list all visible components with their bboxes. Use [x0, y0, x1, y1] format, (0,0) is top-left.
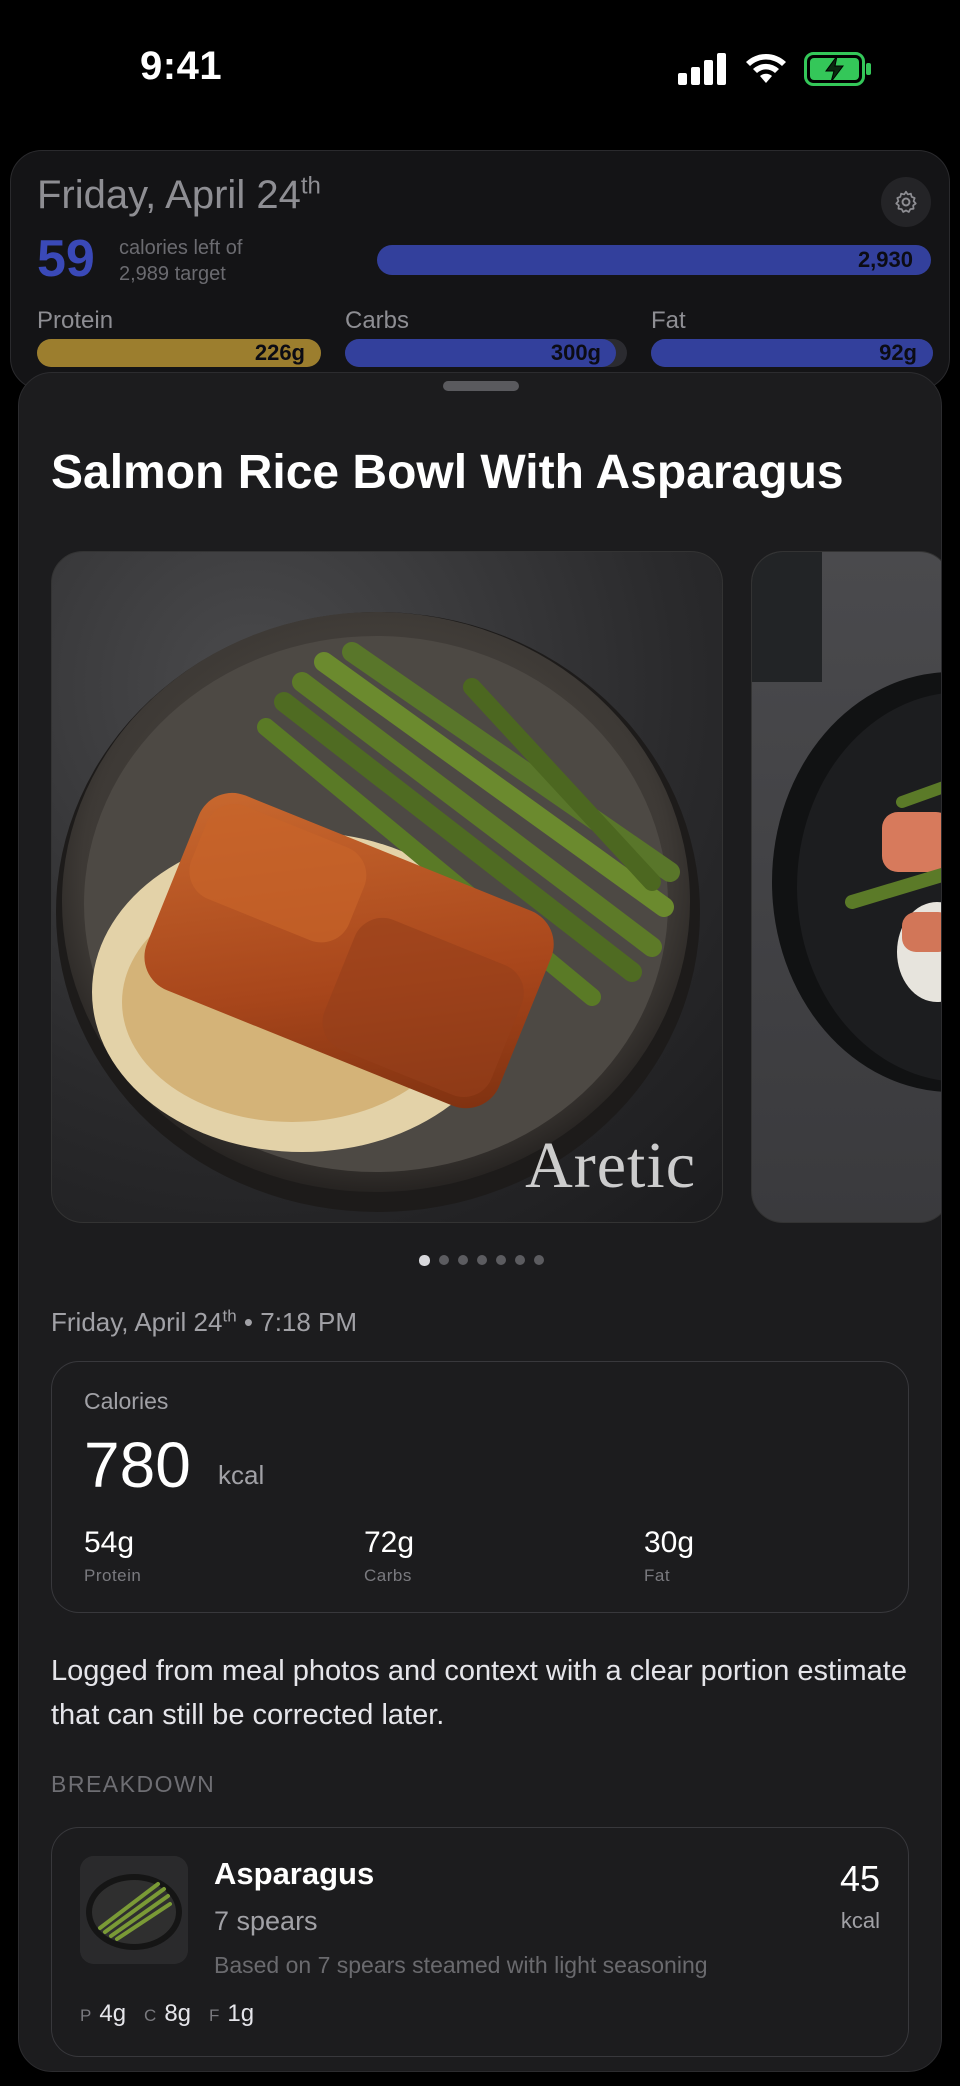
- fat-total: 92g: [879, 340, 917, 365]
- item-quantity: 7 spears: [214, 1906, 318, 1936]
- page-dot[interactable]: [533, 1255, 544, 1265]
- protein-label: Protein: [37, 307, 114, 334]
- watermark-logo: Aretic: [525, 1129, 696, 1202]
- logged-note: Logged from meal photos and context with…: [51, 1655, 907, 1731]
- calories-unit: kcal: [218, 1460, 265, 1490]
- page-dot[interactable]: [514, 1255, 525, 1265]
- meal-photo-illustration: [56, 612, 700, 1212]
- item-name: Asparagus: [214, 1856, 375, 1891]
- calories-label: Calories: [84, 1388, 169, 1414]
- calories-left-value: 59: [37, 230, 95, 288]
- fat-stat: 30g Fat: [644, 1526, 695, 1585]
- calories-left-description: calories left of 2,989 target: [119, 237, 243, 285]
- item-macros: P 4g C 8g F 1g: [80, 2000, 255, 2027]
- carbs-progress-bar: 300g: [345, 339, 627, 367]
- page-dot[interactable]: [457, 1255, 468, 1265]
- status-time: 9:41: [140, 44, 223, 88]
- item-thumbnail: [80, 1856, 188, 1964]
- status-bar: 9:41: [0, 0, 960, 140]
- sheet-grabber[interactable]: [443, 381, 519, 391]
- battery-charging-icon: [804, 52, 871, 86]
- meal-photo-next[interactable]: [751, 551, 941, 1223]
- carbs-label: Carbs: [345, 307, 410, 334]
- daily-summary-card[interactable]: Friday, April 24th 59 calories left of 2…: [10, 150, 950, 390]
- protein-total: 226g: [254, 340, 305, 365]
- asparagus-thumbnail: [80, 1856, 188, 1964]
- meal-photo-next-illustration: [752, 552, 941, 1092]
- page-dot[interactable]: [438, 1255, 449, 1265]
- status-icons: [678, 52, 872, 86]
- breakdown-header: BREAKDOWN: [51, 1771, 216, 1797]
- calories-consumed-value: 2,930: [857, 247, 913, 272]
- page-dot[interactable]: [495, 1255, 506, 1265]
- meal-photo[interactable]: Aretic: [51, 551, 723, 1223]
- protein-stat: 54g Protein: [84, 1526, 142, 1585]
- meal-title: Salmon Rice Bowl With Asparagus: [51, 446, 844, 499]
- item-basis: Based on 7 spears steamed with light sea…: [214, 1952, 708, 1978]
- page-dot[interactable]: [418, 1254, 430, 1266]
- cellular-signal-icon: [678, 53, 726, 85]
- item-calories-unit: kcal: [840, 1908, 880, 1933]
- fat-progress-bar: 92g: [651, 339, 933, 367]
- fat-label: Fat: [651, 307, 686, 334]
- carbs-stat: 72g Carbs: [364, 1526, 415, 1585]
- wifi-icon: [746, 54, 786, 83]
- calories-progress-bar: 2,930: [377, 245, 931, 275]
- item-calories: 45: [839, 1858, 880, 1899]
- meal-datetime: Friday, April 24th • 7:18 PM: [51, 1306, 358, 1337]
- page-dot[interactable]: [476, 1255, 487, 1265]
- calories-value: 780: [84, 1429, 191, 1501]
- summary-date: Friday, April 24th: [37, 172, 321, 217]
- breakdown-item[interactable]: Asparagus 7 spears Based on 7 spears ste…: [51, 1827, 909, 2057]
- gear-icon: [895, 190, 917, 213]
- nutrition-card[interactable]: Calories 780 kcal 54g Protein 72g Carbs …: [51, 1361, 909, 1613]
- settings-button[interactable]: [881, 177, 931, 227]
- carbs-total: 300g: [550, 340, 601, 365]
- meal-detail-sheet: Salmon Rice Bowl With Asparagus Aretic F…: [18, 372, 942, 2072]
- protein-progress-bar: 226g: [37, 339, 321, 367]
- photo-pagination[interactable]: [19, 1254, 941, 1266]
